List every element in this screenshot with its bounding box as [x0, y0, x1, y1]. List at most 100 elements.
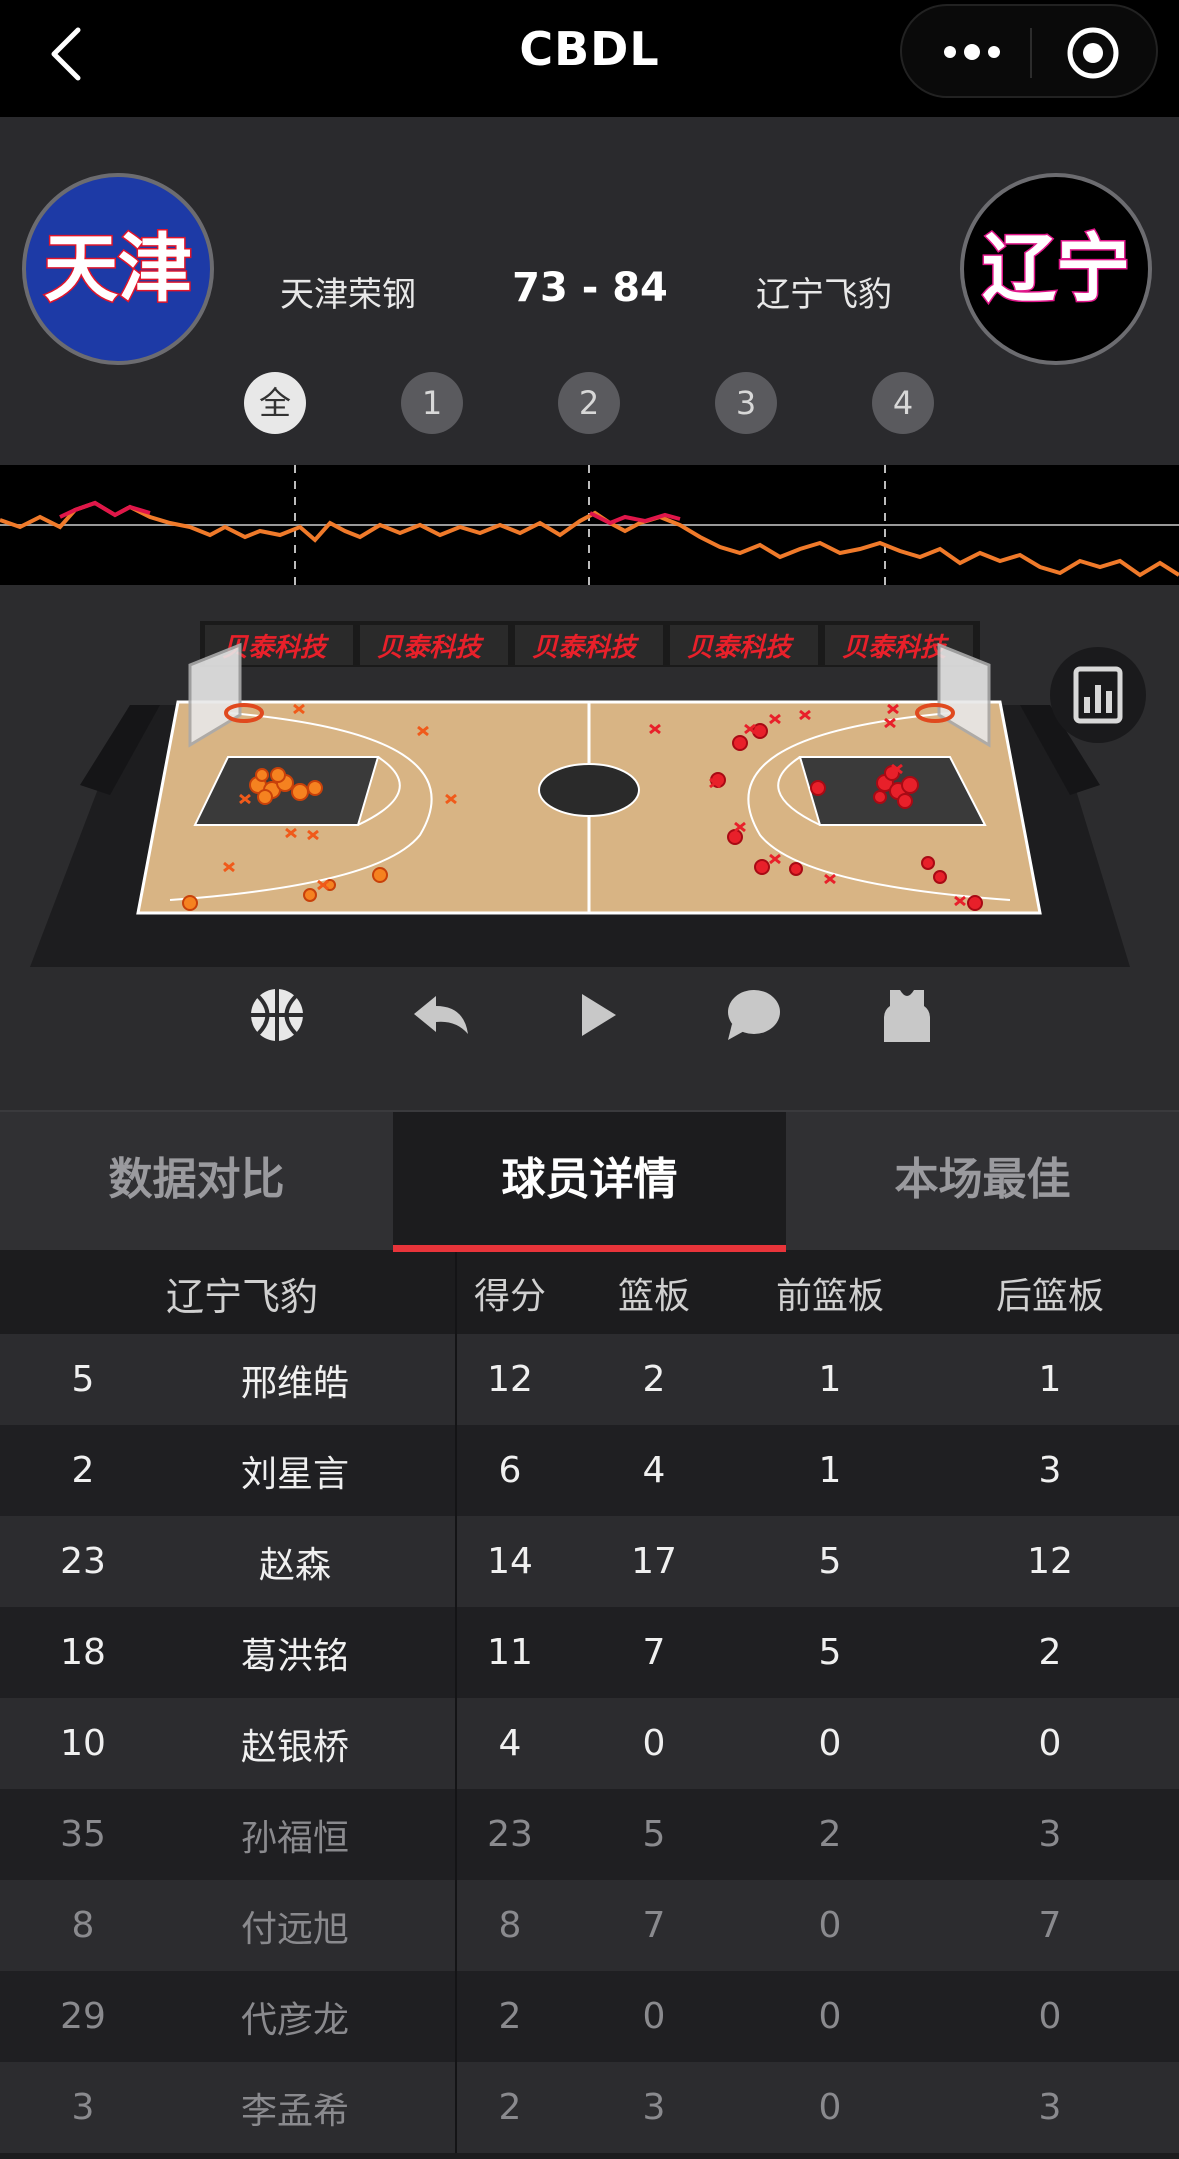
player-points: 14: [456, 1516, 564, 1607]
detail-tabs: 数据对比 球员详情 本场最佳: [0, 1110, 1179, 1250]
player-number: 29: [0, 1971, 166, 2062]
jersey-icon[interactable]: [872, 980, 942, 1050]
scoreboard: 天津 天津荣钢 73 - 84 辽宁飞豹 辽宁 全 1 2 3 4: [0, 117, 1179, 465]
play-icon[interactable]: [562, 980, 632, 1050]
player-rebounds: 4: [600, 1425, 708, 1516]
more-icon[interactable]: [940, 32, 1004, 72]
top-bar: CBDL: [0, 0, 1179, 117]
table-row[interactable]: 18葛洪铭 11 752: [0, 1607, 1179, 1698]
score-display: 73 - 84: [500, 265, 680, 311]
close-target-icon[interactable]: [1066, 26, 1120, 80]
player-points: 8: [456, 1880, 564, 1971]
table-team-name[interactable]: 辽宁飞豹: [60, 1252, 424, 1334]
player-rebounds: 2: [600, 1334, 708, 1425]
table-row[interactable]: 3李孟希2303: [0, 2062, 1179, 2153]
player-number: 18: [0, 1607, 166, 1698]
player-points: 12: [456, 1334, 564, 1425]
player-name: 孙福恒: [166, 1789, 424, 1880]
player-number: 10: [0, 1698, 166, 1789]
playback-controls: [0, 980, 1179, 1070]
player-number: 8: [0, 1880, 166, 1971]
player-defensive-rebounds: 3: [980, 2062, 1120, 2153]
quarter-selector: 全 1 2 3 4: [0, 372, 1179, 436]
player-points: 11: [456, 1607, 564, 1698]
stats-report-icon[interactable]: [1048, 645, 1148, 745]
player-defensive-rebounds: 1: [980, 1334, 1120, 1425]
player-name: 赵森: [166, 1516, 424, 1607]
table-row[interactable]: 8付远旭8707: [0, 1880, 1179, 1971]
header-rebounds[interactable]: 篮板: [600, 1252, 708, 1334]
player-points: 2: [456, 1971, 564, 2062]
away-logo-text: 辽宁: [982, 232, 1130, 306]
player-rebounds: 5: [600, 1789, 708, 1880]
player-offensive-rebounds: 1: [760, 1425, 900, 1516]
capsule-divider: [1030, 28, 1032, 78]
player-number: 2: [0, 1425, 166, 1516]
player-number: 5: [0, 1334, 166, 1425]
player-defensive-rebounds: 3: [980, 1789, 1120, 1880]
table-row[interactable]: 10赵银桥4000: [0, 1698, 1179, 1789]
player-stats-table: 辽宁飞豹 得分 篮板 前篮板 后篮板 5邢维皓122112刘星言641323赵森…: [0, 1252, 1179, 2153]
player-offensive-rebounds: 5: [760, 1607, 900, 1698]
player-defensive-rebounds: 7: [980, 1880, 1120, 1971]
player-number: 23: [0, 1516, 166, 1607]
player-rebounds: 7: [600, 1880, 708, 1971]
score-trend-chart: [0, 465, 1179, 585]
home-team-logo[interactable]: 天津: [22, 173, 214, 365]
player-rebounds: 17: [600, 1516, 708, 1607]
player-offensive-rebounds: 0: [760, 1971, 900, 2062]
svg-text:贝泰科技: 贝泰科技: [687, 633, 795, 663]
player-offensive-rebounds: 0: [760, 2062, 900, 2153]
table-row[interactable]: 2刘星言 6413: [0, 1425, 1179, 1516]
svg-text:贝泰科技: 贝泰科技: [532, 633, 640, 663]
quarter-1[interactable]: 1: [401, 372, 463, 434]
quarter-all[interactable]: 全: [244, 372, 306, 434]
tab-best-of-game[interactable]: 本场最佳: [786, 1112, 1179, 1252]
trend-line-away: [60, 503, 150, 517]
player-rebounds: 7: [600, 1607, 708, 1698]
player-defensive-rebounds: 3: [980, 1425, 1120, 1516]
player-name: 李孟希: [166, 2062, 424, 2153]
player-name: 邢维皓: [166, 1334, 424, 1425]
tab-player-details[interactable]: 球员详情: [393, 1112, 786, 1252]
comment-icon[interactable]: [718, 980, 788, 1050]
header-defensive-rebounds[interactable]: 后篮板: [980, 1252, 1120, 1334]
player-name: 代彦龙: [166, 1971, 424, 2062]
quarter-3[interactable]: 3: [715, 372, 777, 434]
quarter-4[interactable]: 4: [872, 372, 934, 434]
player-defensive-rebounds: 12: [980, 1516, 1120, 1607]
table-row[interactable]: 35孙福恒23523: [0, 1789, 1179, 1880]
player-offensive-rebounds: 0: [760, 1698, 900, 1789]
basketball-icon[interactable]: [242, 980, 312, 1050]
table-row[interactable]: 23赵森 14 17 5 12: [0, 1516, 1179, 1607]
header-offensive-rebounds[interactable]: 前篮板: [760, 1252, 900, 1334]
away-team-name: 辽宁飞豹: [756, 267, 892, 316]
header-points[interactable]: 得分: [456, 1252, 564, 1334]
player-defensive-rebounds: 0: [980, 1971, 1120, 2062]
player-name: 付远旭: [166, 1880, 424, 1971]
player-rebounds: 0: [600, 1698, 708, 1789]
player-offensive-rebounds: 5: [760, 1516, 900, 1607]
player-points: 23: [456, 1789, 564, 1880]
home-team-name: 天津荣钢: [280, 267, 416, 316]
player-defensive-rebounds: 0: [980, 1698, 1120, 1789]
player-defensive-rebounds: 2: [980, 1607, 1120, 1698]
tab-data-compare[interactable]: 数据对比: [0, 1112, 393, 1252]
player-number: 35: [0, 1789, 166, 1880]
player-offensive-rebounds: 0: [760, 1880, 900, 1971]
home-logo-text: 天津: [44, 232, 192, 306]
away-team-logo[interactable]: 辽宁: [960, 173, 1152, 365]
table-row[interactable]: 5邢维皓12211: [0, 1334, 1179, 1425]
player-rebounds: 3: [600, 2062, 708, 2153]
table-row[interactable]: 29代彦龙2000: [0, 1971, 1179, 2062]
player-points: 6: [456, 1425, 564, 1516]
svg-text:贝泰科技: 贝泰科技: [842, 633, 950, 663]
player-name: 刘星言: [166, 1425, 424, 1516]
replay-back-icon[interactable]: [406, 980, 476, 1050]
player-name: 赵银桥: [166, 1698, 424, 1789]
quarter-2[interactable]: 2: [558, 372, 620, 434]
player-offensive-rebounds: 2: [760, 1789, 900, 1880]
player-name: 葛洪铭: [166, 1607, 424, 1698]
player-points: 4: [456, 1698, 564, 1789]
mini-program-capsule: [900, 4, 1158, 98]
